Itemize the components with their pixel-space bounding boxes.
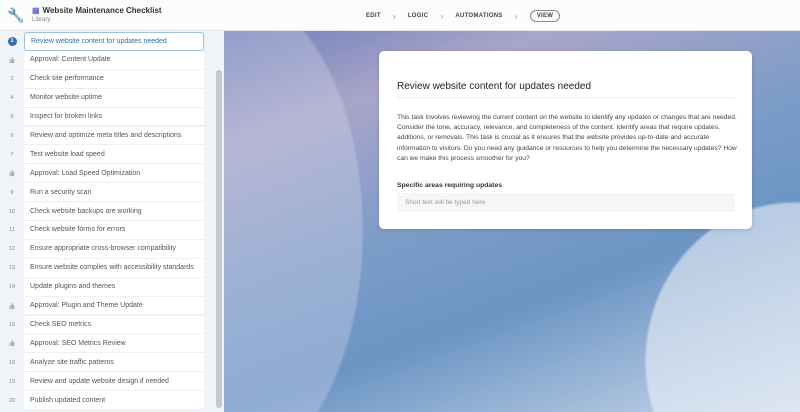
step-nav: EDIT › LOGIC › AUTOMATIONS › VIEW — [366, 10, 561, 22]
divider — [397, 97, 734, 98]
task-number: 7 — [10, 151, 14, 158]
task-number: 3 — [10, 76, 14, 83]
field-label: Specific areas requiring updates — [397, 182, 503, 189]
task-label: Check site performance — [24, 69, 204, 89]
thumbs-up-icon: 👍 — [8, 341, 16, 348]
task-item[interactable]: 12 Ensure appropriate cross-browser compa… — [0, 239, 204, 259]
chevron-right-icon: › — [440, 11, 444, 21]
task-label: Ensure website complies with accessibili… — [24, 258, 204, 278]
task-label: Approval: Content Update — [24, 50, 204, 70]
top-bar: 🔧 ▦ Website Maintenance Checklist Library… — [0, 0, 800, 31]
task-number: 14 — [8, 284, 16, 291]
task-label: Check SEO metrics — [24, 315, 204, 335]
task-item[interactable]: 11 Check website forms for errors — [0, 221, 204, 240]
task-item[interactable]: 13 Ensure website complies with accessibi… — [0, 258, 204, 278]
task-item[interactable]: 14 Update plugins and themes — [0, 277, 204, 297]
task-list: 1 Review website content for updates need… — [0, 31, 224, 412]
task-item[interactable]: 16 Check SEO metrics — [0, 315, 204, 335]
task-number: 12 — [8, 246, 16, 253]
task-number: 9 — [10, 189, 14, 196]
task-label: Update plugins and themes — [24, 277, 204, 297]
task-item[interactable]: 4 Monitor website uptime — [0, 88, 204, 108]
task-title: Review website content for updates neede… — [397, 81, 592, 92]
step-view[interactable]: VIEW — [529, 10, 561, 22]
task-label: Check website backups are working — [24, 202, 204, 221]
task-label: Ensure appropriate cross-browser compati… — [24, 239, 204, 259]
task-label: Review and optimize meta titles and desc… — [24, 126, 204, 146]
task-label: Publish updated content — [24, 391, 204, 410]
task-item[interactable]: 7 Test website load speed — [0, 145, 204, 165]
task-item[interactable]: 3 Check site performance — [0, 69, 204, 89]
task-item[interactable]: 20 Publish updated content — [0, 391, 204, 410]
task-number: 19 — [8, 378, 16, 385]
task-number: 11 — [9, 227, 15, 234]
task-number: 6 — [10, 132, 14, 139]
task-item[interactable]: 5 Inspect for broken links — [0, 107, 204, 127]
task-number: 13 — [8, 265, 16, 272]
task-item[interactable]: 18 Analyze site traffic patterns — [0, 353, 204, 373]
task-number: 5 — [10, 114, 14, 121]
template-icon: ▦ — [32, 6, 40, 15]
task-number: 4 — [10, 95, 14, 102]
task-card: Review website content for updates neede… — [379, 51, 752, 229]
task-item[interactable]: 👍 Approval: Content Update — [0, 50, 204, 70]
task-item[interactable]: 👍 Approval: Load Speed Optimization — [0, 164, 204, 184]
task-item[interactable]: 1 Review website content for updates need… — [0, 32, 204, 51]
task-label: Monitor website uptime — [24, 88, 204, 108]
task-item[interactable]: 6 Review and optimize meta titles and des… — [0, 126, 204, 146]
task-item[interactable]: 👍 Approval: Plugin and Theme Update — [0, 296, 204, 316]
task-number: 18 — [8, 359, 16, 366]
task-item[interactable]: 10 Check website backups are working — [0, 202, 204, 221]
step-automations[interactable]: AUTOMATIONS — [455, 13, 502, 19]
task-label: Check website forms for errors — [24, 221, 204, 240]
task-label: Run a security scan — [24, 183, 204, 203]
task-item[interactable]: 19 Review and update website design if ne… — [0, 372, 204, 392]
task-label: Approval: Plugin and Theme Update — [24, 296, 204, 316]
step-edit[interactable]: EDIT — [366, 13, 381, 19]
thumbs-up-icon: 👍 — [8, 171, 16, 178]
library-label: Library — [32, 17, 51, 23]
scrollbar[interactable] — [216, 70, 222, 408]
task-label: Review website content for updates neede… — [24, 32, 204, 51]
task-label: Inspect for broken links — [24, 107, 204, 127]
wrench-icon[interactable]: 🔧 — [7, 7, 24, 24]
step-logic[interactable]: LOGIC — [408, 13, 429, 19]
checklist-title: ▦ Website Maintenance Checklist — [32, 6, 162, 15]
task-number: 1 — [0, 36, 24, 46]
chevron-right-icon: › — [392, 11, 396, 21]
task-item[interactable]: 9 Run a security scan — [0, 183, 204, 203]
task-label: Test website load speed — [24, 145, 204, 165]
task-number: 10 — [8, 208, 16, 215]
task-label: Review and update website design if need… — [24, 372, 204, 392]
task-label: Analyze site traffic patterns — [24, 353, 204, 373]
task-label: Approval: SEO Metrics Review — [24, 334, 204, 354]
task-number: 20 — [8, 397, 16, 404]
thumbs-up-icon: 👍 — [8, 303, 16, 310]
specific-areas-input[interactable] — [397, 193, 735, 212]
task-label: Approval: Load Speed Optimization — [24, 164, 204, 184]
task-item[interactable]: 👍 Approval: SEO Metrics Review — [0, 334, 204, 354]
thumbs-up-icon: 👍 — [8, 57, 16, 64]
task-description: This task involves reviewing the current… — [397, 114, 737, 162]
task-number: 16 — [8, 321, 16, 328]
chevron-right-icon: › — [514, 11, 518, 21]
